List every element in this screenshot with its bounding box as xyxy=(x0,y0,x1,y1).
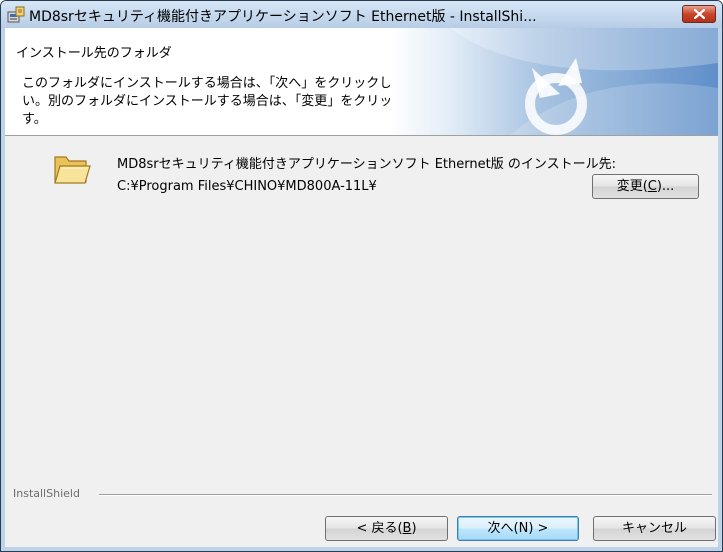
installer-icon xyxy=(7,6,25,23)
title-bar[interactable]: MD8srセキュリティ機能付きアプリケーションソフト Ethernet版 - I… xyxy=(1,1,722,28)
window-title: MD8srセキュリティ機能付きアプリケーションソフト Ethernet版 - I… xyxy=(29,9,537,25)
dialog-client-area: インストール先のフォルダ このフォルダにインストールする場合は、「次へ」をクリッ… xyxy=(5,28,718,547)
footer-divider xyxy=(99,494,712,496)
next-button[interactable]: 次へ(N) > xyxy=(457,516,579,541)
page-title: インストール先のフォルダ xyxy=(16,46,172,61)
installshield-banner-graphic xyxy=(390,28,718,135)
cancel-button-label: キャンセル xyxy=(621,521,687,536)
folder-icon xyxy=(54,156,91,184)
installshield-brand-label: InstallShield xyxy=(13,487,80,500)
page-description: このフォルダにインストールする場合は、「次へ」をクリックしてください。別のフォル… xyxy=(22,76,444,127)
next-button-label: 次へ(N) > xyxy=(487,521,549,536)
back-button[interactable]: < 戻る(B) xyxy=(325,516,448,541)
destination-path: C:¥Program Files¥CHINO¥MD800A-11L¥ xyxy=(117,179,377,194)
cancel-button[interactable]: キャンセル xyxy=(593,516,716,541)
change-button-label: 変更(C)... xyxy=(616,179,675,194)
installer-window: MD8srセキュリティ機能付きアプリケーションソフト Ethernet版 - I… xyxy=(0,0,723,552)
close-button[interactable] xyxy=(682,5,716,23)
change-button[interactable]: 変更(C)... xyxy=(592,174,699,199)
close-icon xyxy=(694,9,705,19)
back-button-label: < 戻る(B) xyxy=(356,521,417,536)
header-panel: インストール先のフォルダ このフォルダにインストールする場合は、「次へ」をクリッ… xyxy=(5,28,718,136)
destination-label: MD8srセキュリティ機能付きアプリケーションソフト Ethernet版 のイン… xyxy=(117,157,616,172)
